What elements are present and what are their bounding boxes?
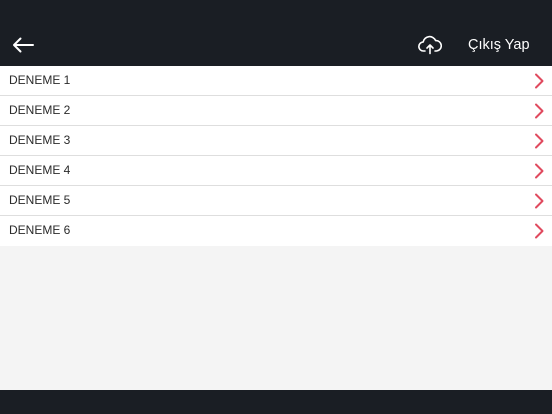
chevron-right-icon xyxy=(535,163,544,179)
upload-button[interactable] xyxy=(416,31,444,59)
list-item-label: DENEME 2 xyxy=(9,103,71,117)
list-item[interactable]: DENEME 3 xyxy=(0,126,552,156)
list-item[interactable]: DENEME 1 xyxy=(0,66,552,96)
cloud-upload-icon xyxy=(418,35,442,55)
back-button[interactable] xyxy=(8,30,38,60)
top-bar: Çıkış Yap xyxy=(0,0,552,66)
chevron-right-icon xyxy=(535,73,544,89)
chevron-right-icon xyxy=(535,133,544,149)
list-item-label: DENEME 3 xyxy=(9,133,71,147)
list-item-label: DENEME 5 xyxy=(9,193,71,207)
list-item-label: DENEME 6 xyxy=(9,223,71,237)
chevron-right-icon xyxy=(535,193,544,209)
chevron-right-icon xyxy=(535,103,544,119)
app-window: Çıkış Yap DENEME 1 DENEME 2 DENEME 3 DEN… xyxy=(0,0,552,414)
logout-button[interactable]: Çıkış Yap xyxy=(468,35,530,55)
list-item[interactable]: DENEME 6 xyxy=(0,216,552,246)
list-item[interactable]: DENEME 5 xyxy=(0,186,552,216)
list-item[interactable]: DENEME 2 xyxy=(0,96,552,126)
bottom-bar xyxy=(0,390,552,414)
arrow-left-icon xyxy=(13,37,34,53)
chevron-right-icon xyxy=(535,223,544,239)
list-item-label: DENEME 4 xyxy=(9,163,71,177)
list-item[interactable]: DENEME 4 xyxy=(0,156,552,186)
list-item-label: DENEME 1 xyxy=(9,73,71,87)
item-list: DENEME 1 DENEME 2 DENEME 3 DENEME 4 DENE… xyxy=(0,66,552,246)
